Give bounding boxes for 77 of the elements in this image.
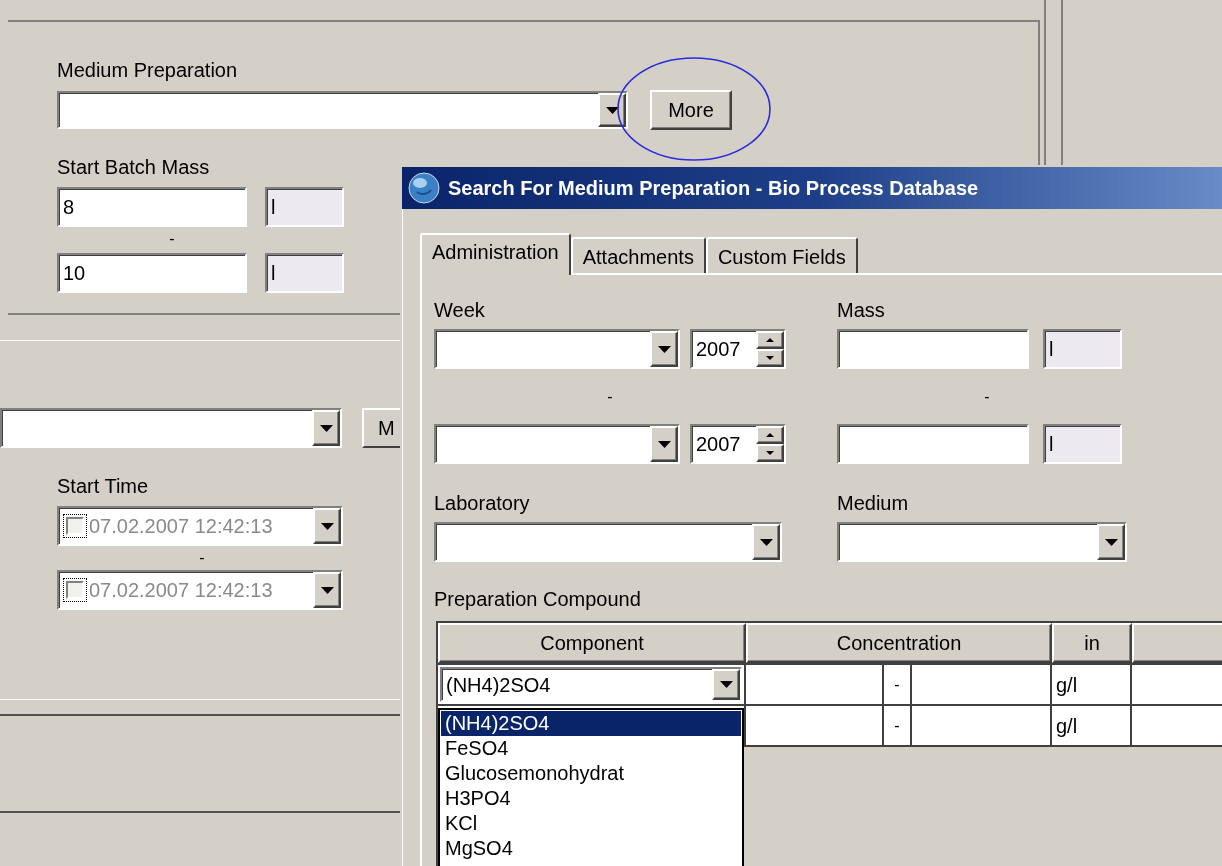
range-separator: - [894,674,900,695]
year-spinner[interactable]: 2007 [690,329,786,369]
dropdown-button[interactable] [313,508,341,544]
range-separator: - [894,715,900,736]
caret-icon [320,586,334,594]
date-value: 07.02.2007 12:42:13 [88,578,274,603]
caret-icon [319,424,333,432]
field-label: Medium [837,491,910,515]
window-title: Search For Medium Preparation - Bio Process Database [448,176,979,201]
caret-icon [657,440,671,448]
field-label: Preparation Compound [434,587,642,611]
unit-field[interactable]: l [265,187,344,227]
dropdown-button[interactable] [312,410,340,446]
mass-from-field[interactable] [837,329,1029,369]
table-cell-text: g/l [1056,713,1078,739]
caret-icon [605,106,619,114]
tab[interactable]: Attachments [570,237,706,273]
more-button[interactable]: More [650,90,732,130]
date-value: 07.02.2007 12:42:13 [88,514,274,539]
year-spinner[interactable]: 2007 [690,424,786,464]
column-header: Component [438,623,746,663]
combo-box[interactable] [837,522,1127,562]
globe-icon [408,172,440,204]
caret-icon [766,356,774,360]
combo-box[interactable] [434,424,680,464]
combo-box[interactable] [434,329,680,369]
tab[interactable]: Administration [420,233,571,275]
spin-up-button[interactable] [756,331,784,349]
range-separator: - [607,386,613,407]
caret-icon [766,433,774,437]
caret-icon [320,522,334,530]
unit-field[interactable]: l [1043,424,1122,464]
combo-box[interactable] [434,522,782,562]
field-label: Medium Preparation [57,58,239,82]
column-header: Concentration [746,623,1052,663]
caret-icon [719,681,733,688]
mass-to-field[interactable]: 10 [57,253,247,293]
dropdown-button[interactable] [752,524,780,560]
field-label: Week [434,298,486,322]
dropdown-item[interactable]: KCl [441,811,741,836]
unit-field[interactable]: l [1043,329,1122,369]
dropdown-button[interactable] [650,331,678,367]
field-label: Mass [837,298,886,322]
table-cell-text: g/l [1056,672,1078,698]
mass-from-field[interactable]: 8 [57,187,247,227]
tab[interactable]: Custom Fields [705,237,858,273]
combo-box[interactable] [57,91,628,129]
dropdown-item[interactable]: FeSO4 [441,736,741,761]
range-separator: - [984,386,990,407]
mass-to-field[interactable] [837,424,1029,464]
caret-icon [766,338,774,342]
spin-up-button[interactable] [756,426,784,444]
more-button[interactable]: M [362,408,400,448]
dropdown-item[interactable]: H3PO4 [441,786,741,811]
column-header: in [1052,623,1132,663]
field-label: Laboratory [434,491,531,515]
caret-icon [1104,538,1118,546]
range-separator: - [199,548,205,568]
dropdown-item[interactable]: (NH4)2SO4 [441,711,741,736]
combo-box[interactable] [0,408,342,448]
dropdown-button[interactable] [712,669,740,700]
dropdown-button[interactable] [1097,524,1125,560]
spin-down-button[interactable] [756,444,784,462]
range-separator: - [169,229,175,249]
dropdown-item[interactable]: MgSO4 [441,836,741,861]
field-label: Start Batch Mass [57,155,211,179]
dropdown-button[interactable] [598,93,626,127]
caret-icon [657,345,671,353]
spin-down-button[interactable] [756,349,784,367]
caret-icon [766,451,774,455]
unit-field[interactable]: l [265,253,344,293]
combo-box[interactable]: (NH4)2SO4 [440,667,742,702]
dropdown-button[interactable] [650,426,678,462]
field-label: Start Time [57,474,150,498]
caret-icon [759,538,773,546]
dropdown-button[interactable] [313,572,341,608]
dropdown-item[interactable]: Glucosemonohydrat [441,761,741,786]
